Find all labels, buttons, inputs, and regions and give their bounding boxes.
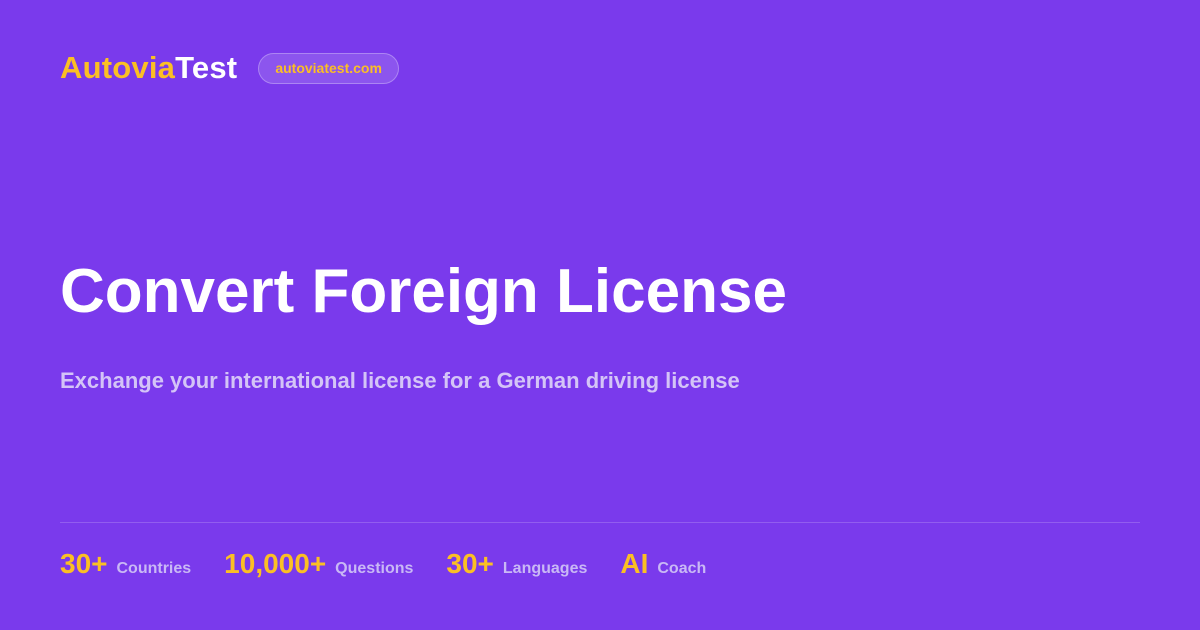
page-subtitle: Exchange your international license for … (60, 368, 740, 393)
stat-value: 30+ (60, 548, 108, 579)
stat-label: Coach (657, 560, 707, 577)
stat-label: Languages (502, 560, 588, 577)
stat-value: 30+ (446, 548, 494, 579)
stat-label: Questions (335, 560, 414, 577)
page-title: Convert Foreign License (60, 257, 787, 326)
header: AutoviaTest autoviatest.com (60, 50, 399, 86)
divider (60, 522, 1140, 523)
stat-value: AI (620, 548, 649, 579)
brand-name-part2: Test (175, 50, 238, 85)
brand-logo[interactable]: AutoviaTest (60, 50, 237, 86)
domain-badge[interactable]: autoviatest.com (258, 52, 399, 84)
stat-countries: 30+ Countries (60, 548, 191, 580)
stat-questions: 10,000+ Questions (224, 548, 413, 580)
stat-languages: 30+ Languages (446, 548, 587, 580)
stat-coach: AI Coach (620, 548, 706, 580)
stat-label: Countries (116, 560, 192, 577)
stat-value: 10,000+ (224, 548, 327, 579)
stats-row: 30+ Countries 10,000+ Questions 30+ Lang… (60, 548, 739, 580)
brand-name-part1: Autovia (60, 50, 176, 85)
